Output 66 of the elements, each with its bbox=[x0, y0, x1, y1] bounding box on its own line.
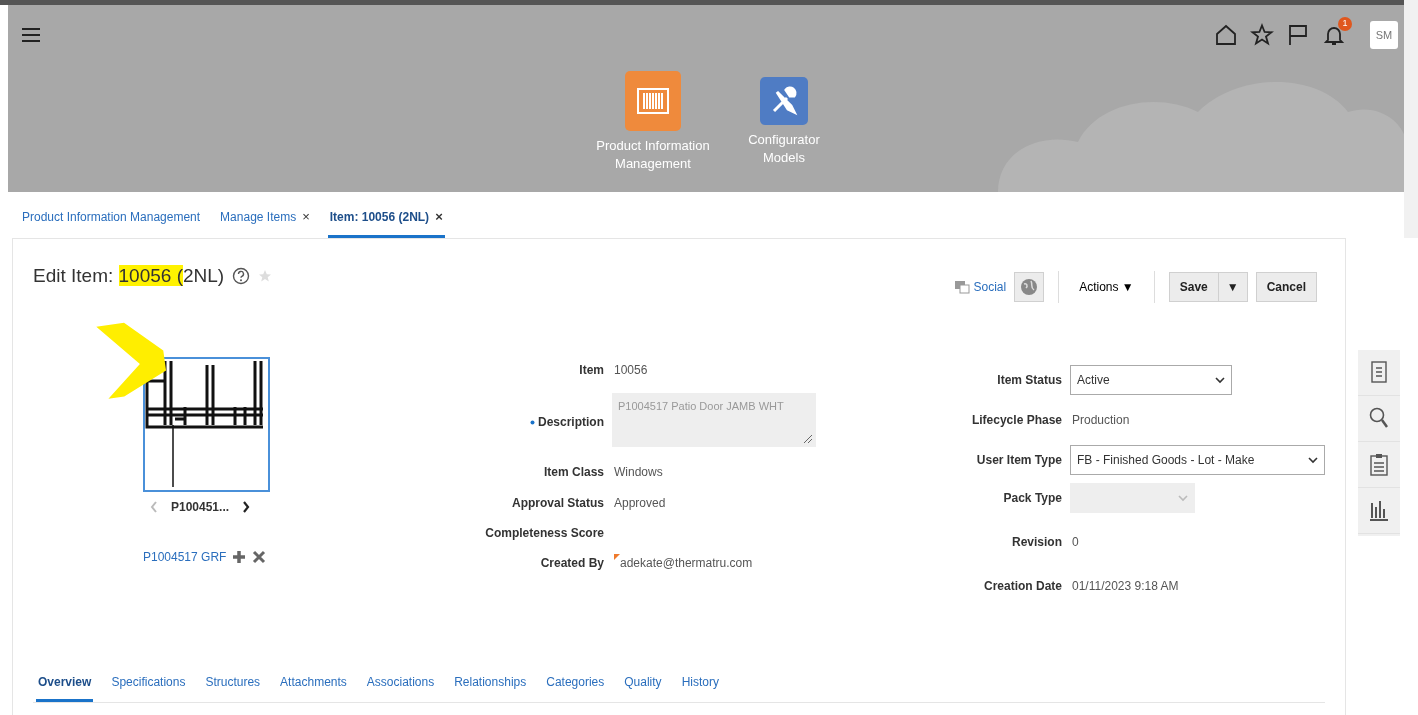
detail-tab[interactable]: Associations bbox=[364, 673, 437, 702]
barcode-icon bbox=[636, 87, 670, 115]
globe-icon bbox=[1020, 278, 1039, 297]
detail-tab[interactable]: History bbox=[679, 673, 721, 702]
flag-icon[interactable] bbox=[1286, 23, 1310, 47]
globe-button[interactable] bbox=[1014, 272, 1045, 302]
resize-icon[interactable] bbox=[803, 434, 813, 444]
attachment-link[interactable]: P1004517 GRF bbox=[143, 548, 227, 566]
field-label: Revision bbox=[1011, 534, 1062, 551]
close-button[interactable]: × bbox=[435, 208, 443, 224]
field-value: adekate@thermatru.com bbox=[620, 555, 753, 572]
user-flag-icon bbox=[614, 554, 620, 560]
field-label: Approval Status bbox=[511, 495, 604, 512]
field-label: Creation Date bbox=[982, 578, 1062, 595]
detail-tab[interactable]: Structures bbox=[203, 673, 263, 702]
home-icon[interactable] bbox=[1214, 23, 1238, 47]
field-value: Windows bbox=[613, 464, 663, 481]
close-button[interactable]: × bbox=[302, 208, 310, 224]
search-icon[interactable] bbox=[1369, 407, 1389, 430]
field-value: 0 bbox=[1071, 534, 1079, 551]
chevron-down-icon bbox=[1215, 376, 1225, 384]
detail-tab[interactable]: Relationships bbox=[452, 673, 529, 702]
delete-icon[interactable] bbox=[252, 550, 267, 564]
save-button[interactable]: Save bbox=[1168, 272, 1219, 302]
product-image-thumbnail[interactable] bbox=[143, 357, 270, 492]
field-label: Item bbox=[578, 362, 604, 379]
document-icon[interactable] bbox=[1369, 361, 1389, 384]
field-value: Production bbox=[1071, 412, 1130, 429]
detail-tab[interactable]: Attachments bbox=[278, 673, 349, 702]
detail-tab[interactable]: Quality bbox=[622, 673, 664, 702]
help-icon[interactable] bbox=[232, 267, 251, 285]
field-value: Approved bbox=[613, 495, 666, 512]
actions-menu[interactable]: Actions ▼ bbox=[1073, 277, 1140, 297]
social-link[interactable]: Social bbox=[954, 278, 1007, 296]
field-value: 10056 bbox=[613, 362, 648, 379]
field-label: Item Class bbox=[542, 464, 604, 481]
bar-chart-icon[interactable] bbox=[1369, 499, 1389, 522]
chevron-down-icon bbox=[1308, 456, 1318, 464]
detail-tab[interactable]: Categories bbox=[544, 673, 607, 702]
breadcrumb-tab[interactable]: Manage Items bbox=[220, 209, 297, 224]
field-value: 01/11/2023 9:18 AM bbox=[1071, 578, 1179, 595]
dropdown-field[interactable]: Active bbox=[1070, 365, 1232, 395]
chevron-down-icon bbox=[1178, 494, 1188, 502]
user-avatar[interactable]: SM bbox=[1370, 21, 1398, 49]
field-label: Pack Type bbox=[1002, 490, 1062, 507]
add-icon[interactable] bbox=[232, 550, 247, 564]
next-icon[interactable] bbox=[241, 500, 252, 514]
field-label: User Item Type bbox=[975, 452, 1062, 469]
breadcrumb-tab[interactable]: Item: 10056 (2NL) bbox=[329, 209, 430, 224]
chat-icon bbox=[954, 279, 971, 295]
breadcrumb-tab[interactable]: Product Information Management bbox=[22, 210, 201, 224]
field-label: Description bbox=[414, 393, 604, 431]
star-icon[interactable] bbox=[1250, 23, 1274, 47]
cancel-button[interactable]: Cancel bbox=[1255, 272, 1317, 302]
detail-tab[interactable]: Overview bbox=[36, 673, 94, 702]
image-caption: P100451... bbox=[171, 499, 230, 516]
save-menu-button[interactable]: ▼ bbox=[1218, 272, 1248, 302]
favorite-star-icon[interactable] bbox=[258, 269, 273, 283]
field-label: Item Status bbox=[996, 372, 1062, 389]
field-label: Created By bbox=[539, 555, 604, 572]
dropdown-field[interactable]: FB - Finished Goods - Lot - Make bbox=[1070, 445, 1325, 475]
clipboard-icon[interactable] bbox=[1369, 453, 1389, 476]
field-label: Lifecycle Phase bbox=[970, 412, 1062, 429]
detail-tab[interactable]: Specifications bbox=[109, 673, 188, 702]
field-label: Completeness Score bbox=[484, 525, 604, 542]
notification-badge: 1 bbox=[1338, 17, 1352, 31]
